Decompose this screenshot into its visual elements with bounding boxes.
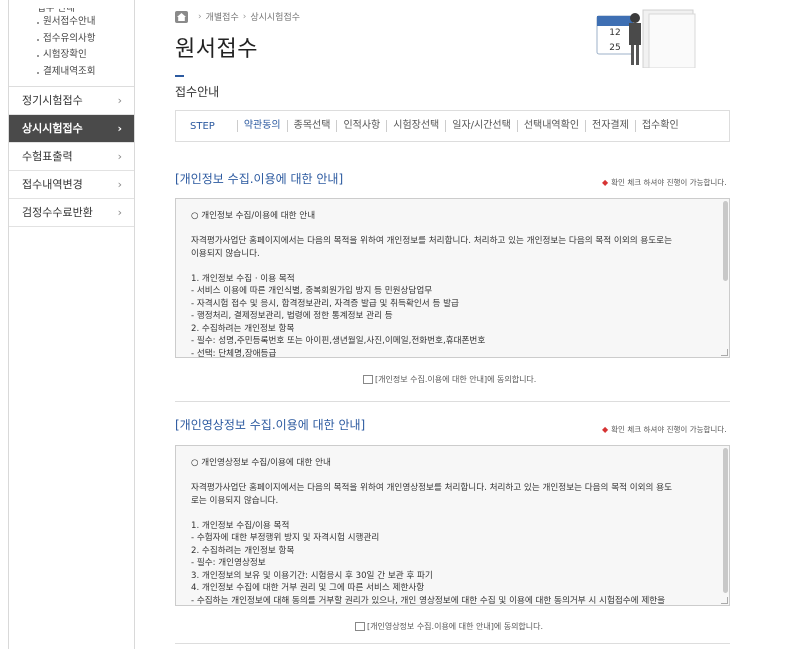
page-title: 원서접수 <box>175 37 258 62</box>
terms-line: - 필수: 성명,주민등록번호 또는 아이핀,생년월일,사진,이메일,전화번호,… <box>191 336 486 346</box>
terms-line: - 필수: 개인영상정보 <box>191 558 266 568</box>
section-video-title: [개인영상정보 수집.이용에 대한 안내] <box>175 418 366 432</box>
terms-line: - 자격시험 접수 및 응시, 합격정보관리, 자격증 발급 및 취득확인서 등… <box>191 298 459 309</box>
sidebar-subitem-exam-site[interactable]: 시험장확인 <box>37 47 134 64</box>
sidebar-subitem-payment-history[interactable]: 결제내역조회 <box>37 64 134 81</box>
sidebar-subitem-precautions[interactable]: 접수유의사항 <box>37 31 134 48</box>
sidebar-item-anytime-exam[interactable]: 상시시험접수 › <box>9 115 134 143</box>
diamond-icon: ◆ <box>602 425 609 434</box>
privacy-agree-row: [개인정보 수집.이용에 대한 안내]에 동의합니다. <box>361 374 536 388</box>
step-select-item: 종목선택 <box>286 120 337 132</box>
breadcrumb-separator: › <box>242 11 247 22</box>
terms-line: 1. 개인정보 수집 · 이용 목적 <box>191 273 295 284</box>
step-complete: 접수확인 <box>634 120 685 132</box>
resize-grip-icon[interactable] <box>721 349 728 356</box>
checkbox-highlight <box>353 621 365 635</box>
terms-line: - 수집하는 개인정보에 대해 동의를 거부할 권리가 있으나, 개인 영상정보… <box>191 595 666 606</box>
terms-line: - 행정처리, 결제정보관리, 법령에 정한 통계정보 관리 등 <box>191 311 393 321</box>
terms-line: 2. 수집하려는 개인정보 항목 <box>191 323 295 334</box>
sidebar-subitem-application-guide[interactable]: 원서접수안내 <box>37 14 134 31</box>
step-payment: 전자결제 <box>585 120 635 132</box>
video-agree-row: [개인영상정보 수집.이용에 대한 안내]에 동의합니다. <box>353 621 543 635</box>
sidebar-item-label: 접수내역변경 <box>22 178 83 191</box>
terms-line: - 수험자에 대한 부정행위 방지 및 자격시험 시행관리 <box>191 533 380 543</box>
video-agree-label[interactable]: [개인영상정보 수집.이용에 대한 안내]에 동의합니다. <box>367 621 543 632</box>
title-accent-bar <box>175 75 184 77</box>
sidebar-item-change-application[interactable]: 접수내역변경 › <box>9 171 134 199</box>
sidebar-submenu: 접수 안내 원서접수안내 접수유의사항 시험장확인 결제내역조회 <box>9 0 134 87</box>
breadcrumb-item-current[interactable]: 상시시험접수 <box>250 10 300 23</box>
breadcrumb-item[interactable]: 개별접수 <box>206 10 239 23</box>
chevron-right-icon: › <box>117 206 122 219</box>
section-privacy-notice: ◆ 확인 체크 하셔야 진행이 가능합니다. <box>602 178 727 187</box>
section-video-notice: ◆ 확인 체크 하셔야 진행이 가능합니다. <box>602 425 727 434</box>
step-confirm-selection: 선택내역확인 <box>516 120 585 132</box>
video-terms-textarea[interactable]: ○ 개인영상정보 수집/이용에 대한 안내 자격평가사업단 홈페이지에서는 다음… <box>175 445 730 606</box>
terms-line: 이용되지 않습니다. <box>191 248 260 259</box>
terms-line: 2. 수집하려는 개인정보 항목 <box>191 545 295 556</box>
video-agree-checkbox[interactable] <box>353 621 365 635</box>
sidebar-item-label: 검정수수료반환 <box>22 206 93 219</box>
sidebar-item-label: 상시시험접수 <box>22 122 83 135</box>
sidebar: 접수 안내 원서접수안내 접수유의사항 시험장확인 결제내역조회 정기시험접수 ›… <box>8 0 135 649</box>
diamond-icon: ◆ <box>602 178 609 187</box>
chevron-right-icon: › <box>117 178 122 191</box>
privacy-agree-checkbox[interactable] <box>361 374 373 388</box>
section-subtitle: 접수안내 <box>175 85 220 99</box>
checkbox-highlight <box>361 374 373 388</box>
calendar-top-number: 12 <box>609 28 620 38</box>
terms-line: - 서비스 이용에 따른 개인식별, 중복회원가입 방지 등 민원상담업무 <box>191 286 433 296</box>
home-icon[interactable] <box>175 10 188 23</box>
step-select-site: 시험장선택 <box>386 120 445 132</box>
step-label: STEP <box>190 120 215 132</box>
step-select-datetime: 일자/시간선택 <box>445 120 517 132</box>
section-privacy-title: [개인정보 수집.이용에 대한 안내] <box>175 172 344 186</box>
terms-line: 1. 개인정보 수집/이용 목적 <box>191 520 290 531</box>
section-divider <box>175 401 730 402</box>
step-personal-info: 인적사항 <box>336 120 386 132</box>
chevron-right-icon: › <box>117 122 122 135</box>
scrollbar-thumb[interactable] <box>723 201 728 281</box>
chevron-right-icon: › <box>117 150 122 163</box>
section-divider <box>175 643 730 644</box>
terms-line: 4. 개인정보 수집에 대한 거부 권리 및 그에 따른 서비스 제한사항 <box>191 583 425 593</box>
calendar-document-illustration-icon: 12 25 <box>596 9 696 68</box>
step-terms-agreement: 약관동의 <box>236 120 287 132</box>
step-progress-bar: STEP 약관동의 종목선택 인적사항 시험장선택 일자/시간선택 선택내역확인… <box>175 110 730 142</box>
chevron-right-icon: › <box>117 94 122 107</box>
terms-line: ○ 개인영상정보 수집/이용에 대한 안내 <box>191 458 331 468</box>
terms-line: - 선택: 단체명,장애등급 <box>191 348 277 358</box>
sidebar-item-admission-ticket[interactable]: 수험표출력 › <box>9 143 134 171</box>
calendar-bottom-number: 25 <box>609 43 620 53</box>
terms-line: 로는 이용되지 않습니다. <box>191 495 279 506</box>
privacy-agree-label[interactable]: [개인정보 수집.이용에 대한 안내]에 동의합니다. <box>375 374 536 385</box>
sidebar-item-fee-refund[interactable]: 검정수수료반환 › <box>9 199 134 227</box>
sidebar-item-label: 정기시험접수 <box>22 94 83 107</box>
sidebar-item-label: 수험표출력 <box>22 150 73 163</box>
terms-line: 자격평가사업단 홈페이지에서는 다음의 목적을 위하여 개인정보를 처리합니다.… <box>191 236 672 246</box>
resize-grip-icon[interactable] <box>721 597 728 604</box>
sidebar-item-regular-exam[interactable]: 정기시험접수 › <box>9 87 134 115</box>
terms-line: ○ 개인정보 수집/이용에 대한 안내 <box>191 211 316 221</box>
terms-line: 3. 개인정보의 보유 및 이용기간: 시험응시 후 30일 간 보관 후 파기 <box>191 570 433 581</box>
privacy-terms-textarea[interactable]: ○ 개인정보 수집/이용에 대한 안내 자격평가사업단 홈페이지에서는 다음의 … <box>175 198 730 358</box>
terms-line: 자격평가사업단 홈페이지에서는 다음의 목적을 위하여 개인영상정보를 처리합니… <box>191 483 672 493</box>
breadcrumb: › 개별접수 › 상시시험접수 <box>175 10 300 23</box>
breadcrumb-separator: › <box>198 11 202 22</box>
scrollbar-thumb[interactable] <box>723 448 728 593</box>
